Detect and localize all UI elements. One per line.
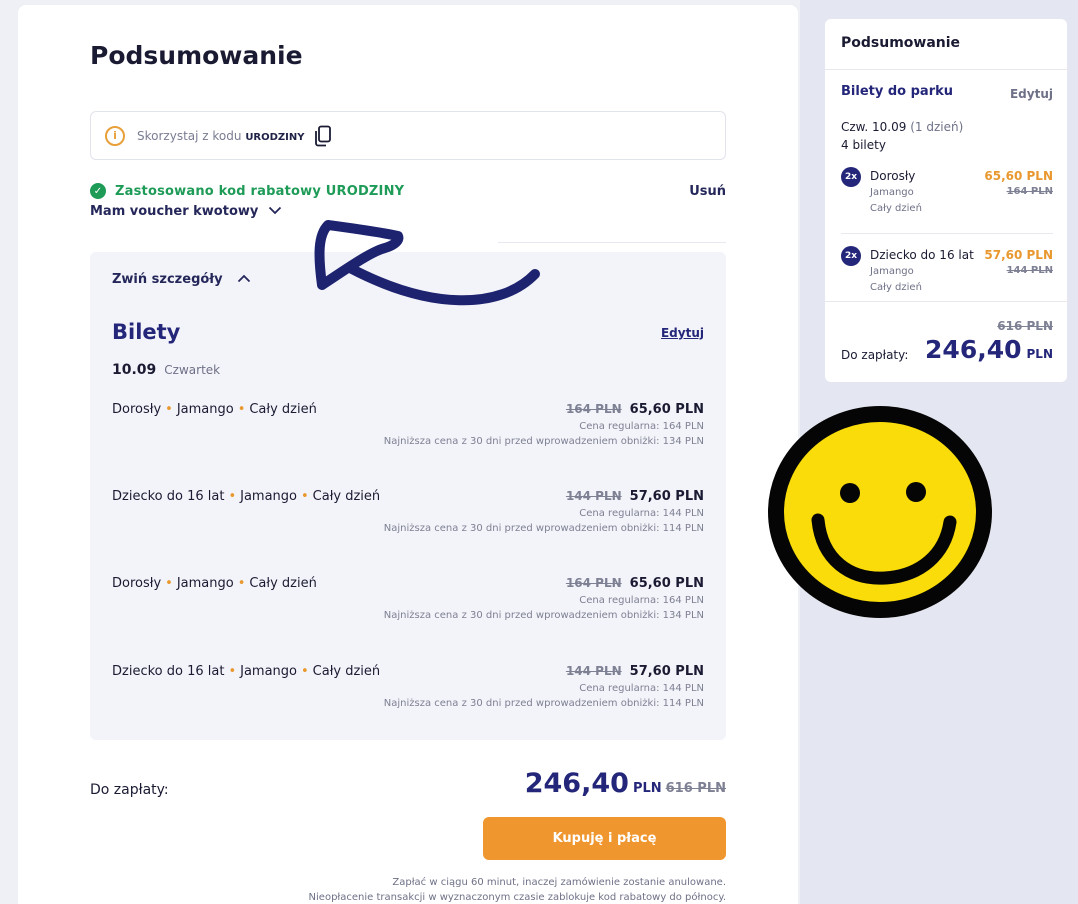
smiley-face-drawing — [768, 406, 992, 618]
annotation-overlay — [314, 220, 992, 618]
hand-drawn-arrow — [314, 220, 540, 306]
